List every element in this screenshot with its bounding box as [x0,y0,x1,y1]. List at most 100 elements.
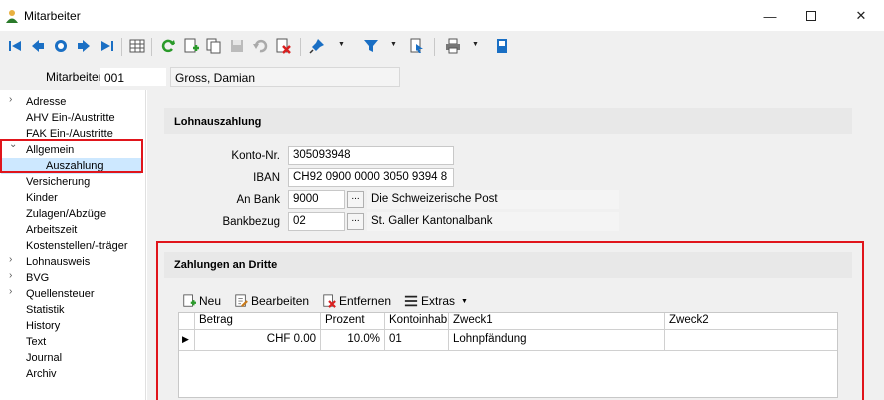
nav-item-text[interactable]: Text [26,334,46,350]
print-icon [446,38,460,54]
cell-zweck1[interactable]: Lohnpfändung [449,330,665,351]
bankbezug-input[interactable]: 02 [288,212,345,231]
chevron-down-icon[interactable]: ⌄ [9,139,17,150]
new-record-button[interactable] [182,37,200,55]
minimize-button[interactable]: — [747,0,793,32]
nav-item-quellensteuer[interactable]: Quellensteuer [26,286,95,302]
column-header-zweck1[interactable]: Zweck1 [449,313,665,330]
undo-button[interactable] [251,37,269,55]
nav-item-ahv-ein-austritte[interactable]: AHV Ein-/Austritte [26,110,115,126]
delete-icon [276,38,291,54]
chevron-right-icon[interactable]: › [9,94,12,105]
delete-button[interactable] [274,37,292,55]
konto-input[interactable]: 305093948 [288,146,454,165]
section-title-third: Zahlungen an Dritte [174,259,278,271]
app-person-icon [6,10,18,23]
undo-icon [253,39,268,53]
chevron-down-icon: ▼ [461,297,468,305]
nav-item-arbeitszeit[interactable]: Arbeitszeit [26,222,77,238]
extras-button[interactable]: Extras ▼ [404,293,468,309]
maximize-button[interactable] [788,0,834,32]
print-dropdown-arrow[interactable]: ▼ [472,41,479,48]
main-toolbar: ▼ ▼ ▼ [0,32,884,62]
employee-label: Mitarbeiter [46,70,103,84]
bankbezug-name-display: St. Galler Kantonalbank [367,212,619,231]
nav-item-journal[interactable]: Journal [26,350,62,366]
nav-item-versicherung[interactable]: Versicherung [26,174,90,190]
new-button-label: Neu [199,294,222,308]
bank-input[interactable]: 9000 [288,190,345,209]
payments-grid: Betrag Prozent Kontoinhab Zweck1 Zweck2 … [178,312,838,398]
cell-betrag[interactable]: CHF 0.00 [195,330,321,351]
cell-zweck2[interactable] [665,330,837,351]
save-button[interactable] [228,37,246,55]
table-view-icon [129,39,145,53]
chevron-right-icon[interactable]: › [9,270,12,281]
maximize-icon [806,11,816,21]
edit-button[interactable]: Bearbeiten [234,293,309,309]
title-bar: Mitarbeiter — ✕ [0,0,884,32]
employee-number-field[interactable]: 001 [100,68,166,86]
chevron-right-icon[interactable]: › [9,254,12,265]
nav-item-adresse[interactable]: Adresse [26,94,66,110]
section-title-payout: Lohnauszahlung [174,116,262,128]
column-header-betrag[interactable]: Betrag [195,313,321,330]
nav-item-bvg[interactable]: BVG [26,270,49,286]
nav-item-zulagen-abz-ge[interactable]: Zulagen/Abzüge [26,206,106,222]
print-preview-button[interactable] [408,37,426,55]
filter-dropdown-arrow[interactable]: ▼ [390,41,397,48]
column-header-zweck2[interactable]: Zweck2 [665,313,837,330]
remove-button-label: Entfernen [339,294,392,308]
minimize-icon: — [763,8,777,24]
next-record-icon [78,40,90,52]
nav-item-kostenstellen-tr-ger[interactable]: Kostenstellen/-träger [26,238,128,254]
chevron-right-icon[interactable]: › [9,286,12,297]
last-record-icon [101,41,113,51]
nav-item-archiv[interactable]: Archiv [26,366,57,382]
cell-kontoinhab[interactable]: 01 [385,330,449,351]
bank-label: An Bank [236,194,280,206]
nav-item-kinder[interactable]: Kinder [26,190,58,206]
save-icon [231,40,243,52]
new-icon [183,294,196,307]
iban-input[interactable]: CH92 0900 0000 3050 9394 8 [288,168,454,187]
print-preview-icon [410,38,423,53]
toolbar-separator [151,38,152,56]
nav-item-fak-ein-austritte[interactable]: FAK Ein-/Austritte [26,126,113,142]
nav-item-allgemein[interactable]: Allgemein [26,142,74,158]
print-button[interactable] [444,37,462,55]
refresh-button[interactable] [159,37,177,55]
next-record-button[interactable] [75,37,93,55]
table-view-button[interactable] [128,37,146,55]
row-indicator-icon[interactable]: ▶ [179,330,195,351]
previous-record-button[interactable] [29,37,47,55]
grid-corner [179,313,195,330]
last-record-button[interactable] [98,37,116,55]
column-header-prozent[interactable]: Prozent [321,313,385,330]
search-record-button[interactable] [52,37,70,55]
pin-button[interactable] [308,37,326,55]
pin-dropdown-arrow[interactable]: ▼ [338,41,345,48]
first-record-button[interactable] [6,37,24,55]
remove-button[interactable]: Entfernen [322,293,391,309]
nav-item-auszahlung[interactable]: Auszahlung [46,158,104,174]
cell-prozent[interactable]: 10.0% [321,330,385,351]
extras-button-label: Extras [421,294,456,308]
new-button[interactable]: Neu [182,293,221,309]
column-header-kontoinhab[interactable]: Kontoinhab [385,313,449,330]
previous-record-icon [32,40,44,52]
refresh-icon [161,39,175,53]
bankbezug-lookup-button[interactable]: ... [347,213,364,230]
close-button[interactable]: ✕ [838,0,884,32]
toolbar-separator [121,38,122,56]
copy-record-button[interactable] [205,37,223,55]
settings-button[interactable] [493,37,511,55]
filter-button[interactable] [362,37,380,55]
nav-item-history[interactable]: History [26,318,60,334]
search-icon [55,40,67,52]
bank-lookup-button[interactable]: ... [347,191,364,208]
copy-record-icon [206,38,221,54]
nav-item-statistik[interactable]: Statistik [26,302,65,318]
nav-item-lohnausweis[interactable]: Lohnausweis [26,254,90,270]
menu-icon [404,295,418,307]
